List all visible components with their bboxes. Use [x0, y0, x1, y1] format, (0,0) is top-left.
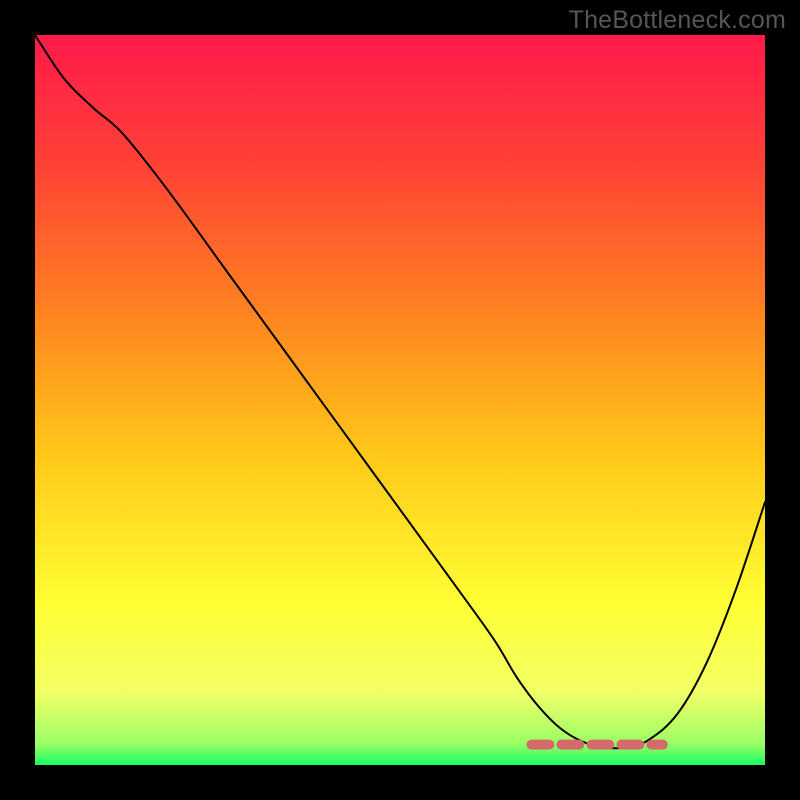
- gradient-background: [35, 35, 765, 765]
- chart-plot-area: [35, 35, 765, 765]
- watermark-text: TheBottleneck.com: [569, 6, 786, 35]
